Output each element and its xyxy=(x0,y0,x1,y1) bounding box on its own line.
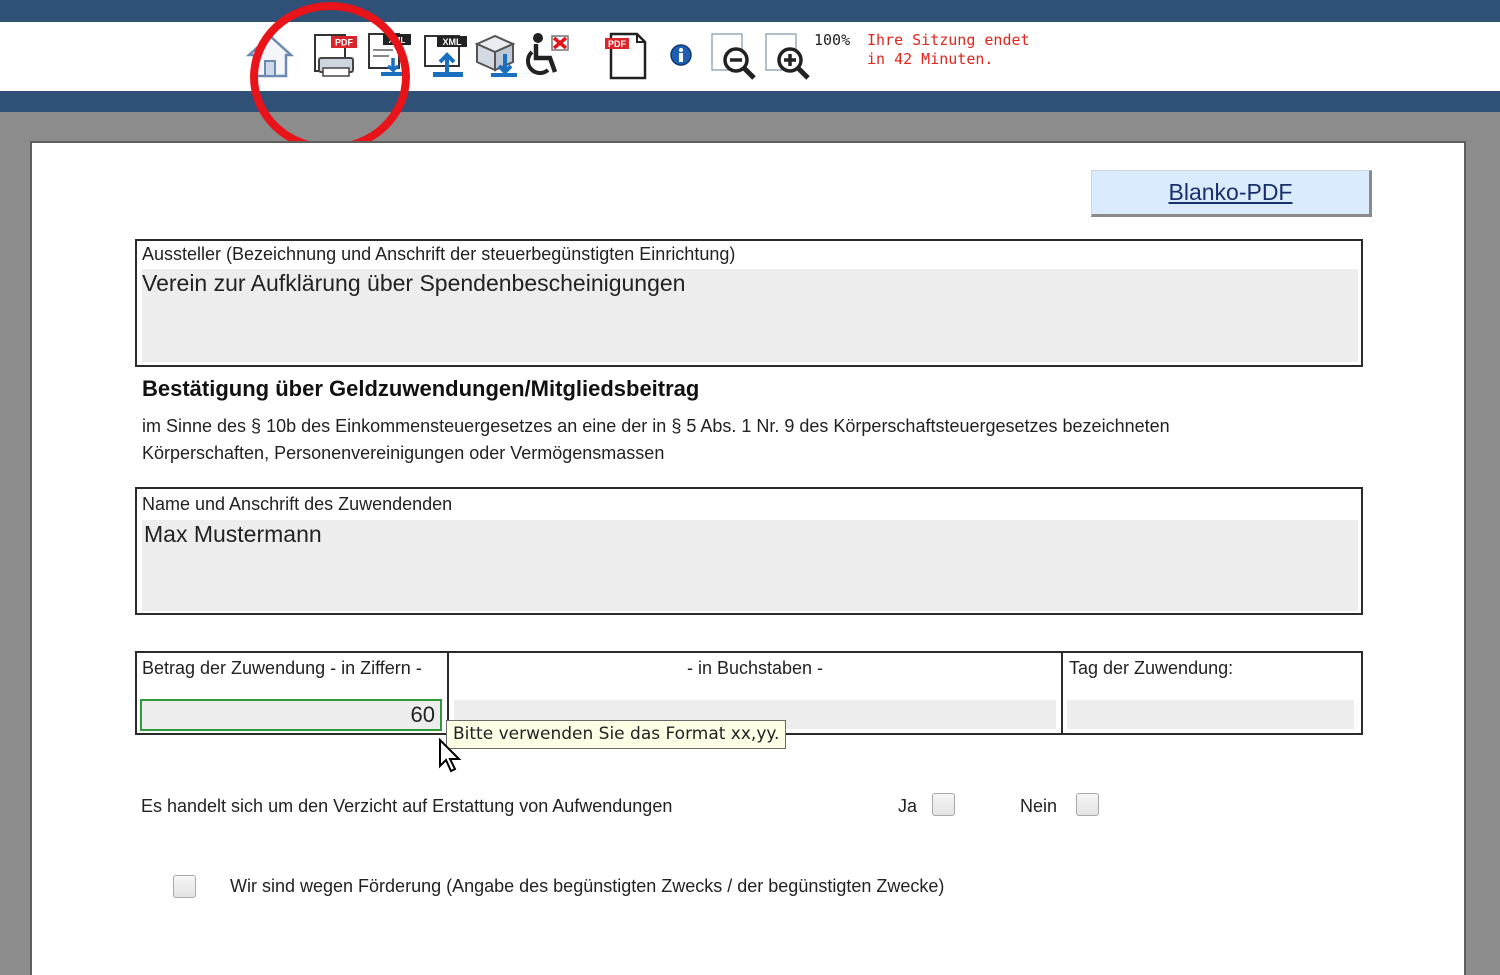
verzicht-label: Es handelt sich um den Verzicht auf Erst… xyxy=(141,796,673,816)
tag-field[interactable] xyxy=(1067,700,1354,729)
toolbar: PDF XML XML PDF 100% Ihre Sitzung endet … xyxy=(0,22,1500,91)
session-line-1: Ihre Sitzung endet xyxy=(867,31,1030,49)
info-icon[interactable] xyxy=(668,42,694,68)
nein-label: Nein xyxy=(1020,796,1058,816)
nein-checkbox[interactable] xyxy=(1076,793,1099,816)
svg-text:XML: XML xyxy=(389,36,406,45)
svg-text:PDF: PDF xyxy=(608,39,627,49)
form-heading: Bestätigung über Geldzuwendungen/Mitglie… xyxy=(142,376,700,401)
xml-upload-icon[interactable]: XML xyxy=(419,30,469,80)
aussteller-label: Aussteller (Bezeichnung und Anschrift de… xyxy=(142,244,736,264)
pdf-document-icon[interactable]: PDF xyxy=(601,30,651,80)
top-header-bar xyxy=(0,0,1500,22)
blanko-pdf-button[interactable]: Blanko-PDF xyxy=(1091,170,1372,217)
ja-checkbox[interactable] xyxy=(932,793,955,816)
betrag-label: Betrag der Zuwendung - in Ziffern - xyxy=(142,658,422,678)
session-timer: Ihre Sitzung endet in 42 Minuten. xyxy=(867,31,1030,69)
zuwendender-field[interactable] xyxy=(142,520,1358,611)
foerderung-label: Wir sind wegen Förderung (Angabe des beg… xyxy=(230,876,945,896)
form-paragraph: im Sinne des § 10b des Einkommensteuerge… xyxy=(142,416,1170,463)
zuwendender-value: Max Mustermann xyxy=(144,521,322,547)
package-download-icon[interactable] xyxy=(471,30,521,80)
zoom-out-icon[interactable] xyxy=(708,30,758,80)
tag-label: Tag der Zuwendung: xyxy=(1069,658,1234,678)
amount-divider-2 xyxy=(1061,651,1063,735)
accessibility-off-icon[interactable] xyxy=(522,30,572,80)
session-line-2: in 42 Minuten. xyxy=(867,50,994,68)
sub-header-bar xyxy=(0,91,1500,112)
pdf-badge: PDF xyxy=(335,38,354,48)
betrag-input[interactable]: 60 xyxy=(140,699,442,731)
ja-label: Ja xyxy=(898,796,918,816)
foerderung-checkbox[interactable] xyxy=(173,875,196,898)
format-tooltip: Bitte verwenden Sie das Format xx,yy. xyxy=(446,720,787,749)
xml-export-icon[interactable]: XML xyxy=(363,30,413,80)
mouse-cursor-icon xyxy=(439,738,462,773)
buchstaben-label: - in Buchstaben - xyxy=(686,658,824,678)
zoom-in-icon[interactable] xyxy=(762,30,812,80)
xml-badge: XML xyxy=(443,37,463,47)
print-pdf-icon[interactable]: PDF xyxy=(309,30,359,80)
zuwendender-label: Name und Anschrift des Zuwendenden xyxy=(142,494,453,514)
home-icon[interactable] xyxy=(245,30,295,80)
aussteller-value: Verein zur Aufklärung über Spendenbesche… xyxy=(142,270,686,296)
zoom-level: 100% xyxy=(814,31,851,49)
